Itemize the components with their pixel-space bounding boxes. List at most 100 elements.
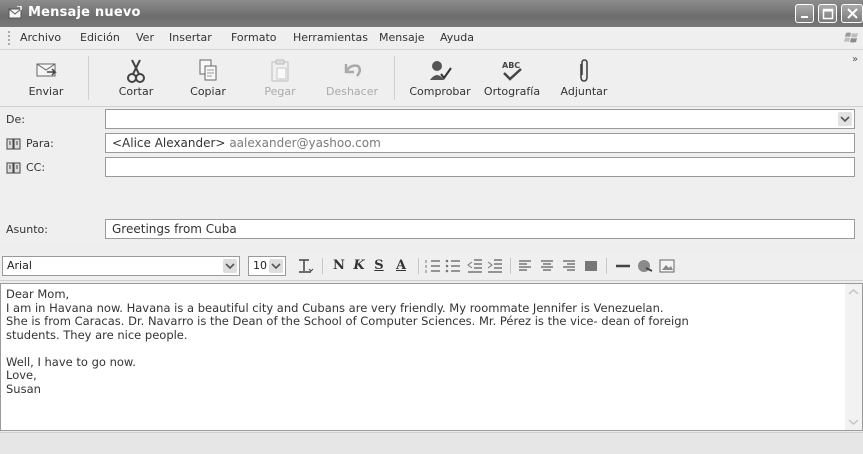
message-line: She is from Caracas. Dr. Navarro is the … bbox=[6, 314, 689, 328]
menu-ver[interactable]: Ver bbox=[136, 31, 154, 44]
justify-icon bbox=[585, 261, 597, 271]
spelling-icon: ABC bbox=[502, 61, 522, 81]
compose-window: Mensaje nuevo Archivo Edición Ver Insert… bbox=[0, 0, 863, 454]
clipboard-icon bbox=[271, 59, 289, 82]
justify-button[interactable] bbox=[582, 257, 600, 275]
message-line: Dear Mom, bbox=[6, 287, 70, 301]
cut-button[interactable]: Cortar bbox=[100, 50, 172, 106]
numbered-list-button[interactable] bbox=[424, 257, 442, 275]
spelling-button[interactable]: ABC Ortografía bbox=[476, 50, 548, 106]
increase-indent-button[interactable] bbox=[486, 257, 504, 275]
align-center-button[interactable] bbox=[538, 257, 556, 275]
send-button[interactable]: Enviar bbox=[10, 50, 82, 106]
underline-button[interactable]: S bbox=[370, 257, 388, 275]
font-size-select[interactable]: 10 bbox=[248, 256, 286, 276]
from-dropdown-button[interactable] bbox=[838, 112, 852, 126]
address-book-icon[interactable] bbox=[6, 138, 22, 150]
scissors-icon bbox=[127, 59, 145, 83]
format-separator bbox=[606, 258, 607, 274]
picture-icon bbox=[659, 259, 675, 273]
align-center-icon bbox=[541, 260, 553, 271]
scroll-up-button[interactable] bbox=[845, 284, 862, 301]
copy-button[interactable]: Copiar bbox=[172, 50, 244, 106]
check-names-icon bbox=[430, 61, 452, 80]
paragraph-style-button[interactable] bbox=[296, 257, 314, 275]
chevron-down-icon bbox=[225, 263, 235, 270]
send-label: Enviar bbox=[28, 85, 64, 98]
copy-label: Copiar bbox=[190, 85, 226, 98]
undo-label: Deshacer bbox=[325, 85, 379, 98]
spelling-label: Ortografía bbox=[483, 85, 541, 98]
insert-link-button[interactable] bbox=[636, 257, 654, 275]
menu-grip[interactable] bbox=[8, 31, 10, 45]
globe-link-icon bbox=[638, 260, 653, 272]
menu-insertar[interactable]: Insertar bbox=[169, 31, 212, 44]
minimize-button[interactable] bbox=[795, 4, 814, 23]
vertical-scrollbar[interactable] bbox=[845, 284, 862, 430]
undo-button[interactable]: Deshacer bbox=[316, 50, 388, 106]
menu-archivo[interactable]: Archivo bbox=[20, 31, 61, 44]
address-book-icon[interactable] bbox=[6, 162, 22, 174]
toolbar-overflow-icon[interactable]: » bbox=[852, 54, 858, 65]
chevron-up-icon bbox=[848, 288, 859, 295]
format-separator bbox=[418, 258, 419, 274]
check-names-button[interactable]: Comprobar bbox=[404, 50, 476, 106]
decrease-indent-button[interactable] bbox=[466, 257, 484, 275]
subject-field[interactable]: Greetings from Cuba bbox=[105, 219, 855, 239]
bullet-list-icon bbox=[445, 259, 460, 273]
message-line: students. They are nice people. bbox=[6, 327, 188, 342]
message-line: I am in Havana now. Havana is a beautifu… bbox=[6, 300, 664, 315]
message-line: Susan bbox=[6, 381, 41, 396]
copy-icon bbox=[199, 59, 217, 81]
menu-bar: Archivo Edición Ver Insertar Formato Her… bbox=[0, 27, 863, 50]
maximize-button[interactable] bbox=[818, 4, 837, 23]
close-button[interactable] bbox=[841, 4, 863, 23]
font-color-button[interactable]: A bbox=[392, 257, 410, 275]
insert-picture-button[interactable] bbox=[658, 257, 676, 275]
message-line: Well, I have to go now. bbox=[6, 354, 136, 369]
font-select[interactable]: Arial bbox=[2, 256, 240, 276]
cut-label: Cortar bbox=[118, 85, 154, 98]
increase-indent-icon bbox=[487, 259, 502, 273]
bold-button[interactable]: N bbox=[330, 257, 348, 275]
bullet-list-button[interactable] bbox=[444, 257, 462, 275]
toolbar: Enviar Cortar Copiar Pegar Deshacer Comp… bbox=[0, 50, 863, 107]
send-icon bbox=[36, 63, 57, 77]
menu-edicion[interactable]: Edición bbox=[80, 31, 120, 44]
menu-ayuda[interactable]: Ayuda bbox=[440, 31, 474, 44]
close-icon bbox=[847, 8, 858, 19]
subject-value: Greetings from Cuba bbox=[112, 222, 237, 236]
align-left-icon bbox=[519, 260, 531, 271]
attach-button[interactable]: Adjuntar bbox=[548, 50, 620, 106]
numbered-list-icon bbox=[425, 260, 440, 273]
chevron-down-icon bbox=[271, 263, 281, 270]
cc-field[interactable] bbox=[105, 157, 855, 177]
align-right-button[interactable] bbox=[560, 257, 578, 275]
italic-button[interactable]: K bbox=[350, 257, 368, 275]
svg-text:ABC: ABC bbox=[502, 61, 520, 70]
align-right-icon bbox=[563, 260, 575, 271]
align-left-button[interactable] bbox=[516, 257, 534, 275]
from-label: De: bbox=[6, 113, 25, 126]
paste-label: Pegar bbox=[264, 85, 296, 98]
size-dropdown-button[interactable] bbox=[269, 259, 283, 273]
message-body[interactable]: Dear Mom, I am in Havana now. Havana is … bbox=[0, 283, 863, 431]
from-dropdown[interactable] bbox=[105, 109, 855, 129]
cc-label: CC: bbox=[26, 161, 46, 174]
title-bar[interactable]: Mensaje nuevo bbox=[0, 0, 863, 27]
window-title: Mensaje nuevo bbox=[28, 5, 141, 20]
to-field[interactable]: <Alice Alexander> aalexander@yashoo.com bbox=[105, 133, 855, 153]
paste-button[interactable]: Pegar bbox=[244, 50, 316, 106]
scroll-down-button[interactable] bbox=[845, 413, 862, 430]
toolbar-separator bbox=[394, 56, 395, 100]
menu-formato[interactable]: Formato bbox=[231, 31, 277, 44]
horizontal-line-button[interactable] bbox=[614, 257, 632, 275]
font-dropdown-button[interactable] bbox=[223, 259, 237, 273]
message-text[interactable]: Dear Mom, I am in Havana now. Havana is … bbox=[6, 287, 842, 396]
menu-mensaje[interactable]: Mensaje bbox=[379, 31, 425, 44]
message-line bbox=[6, 342, 842, 356]
minimize-icon bbox=[801, 16, 808, 18]
menu-herramientas[interactable]: Herramientas bbox=[293, 31, 368, 44]
format-separator bbox=[510, 258, 511, 274]
message-header: De: Para: <Alice Alexander> aalexander@y… bbox=[0, 107, 863, 244]
